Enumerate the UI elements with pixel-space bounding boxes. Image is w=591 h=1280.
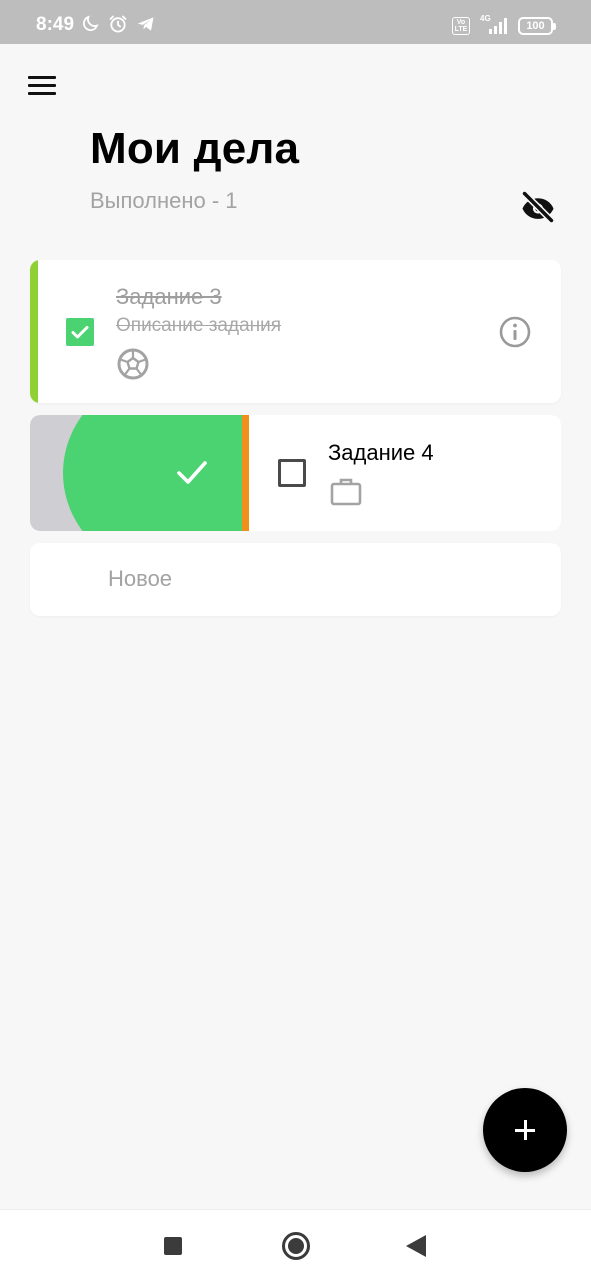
priority-accent — [30, 260, 38, 403]
signal-icon — [489, 18, 507, 34]
status-bar: 8:49 Vo LTE 4G 100 — [0, 0, 591, 44]
alarm-icon — [109, 15, 127, 33]
home-icon[interactable] — [282, 1232, 310, 1260]
recents-icon[interactable] — [164, 1237, 182, 1255]
add-task-button[interactable] — [483, 1088, 567, 1172]
task-title: Задание 3 — [116, 284, 222, 309]
moon-icon — [83, 15, 99, 31]
info-icon[interactable] — [498, 315, 532, 349]
eye-off-icon[interactable] — [519, 188, 557, 226]
swipe-complete-background — [30, 415, 270, 531]
status-time: 8:49 — [36, 14, 75, 35]
priority-accent — [242, 415, 249, 531]
checkmark-icon[interactable] — [176, 459, 208, 487]
battery-indicator: 100 — [518, 17, 556, 35]
soccer-ball-icon — [117, 348, 149, 380]
page-title: Мои дела — [90, 124, 300, 173]
task-title: Задание 4 — [328, 440, 434, 465]
checkmark-icon — [71, 326, 89, 339]
new-task-placeholder: Новое — [108, 566, 173, 591]
task-checkbox-checked[interactable] — [66, 318, 94, 346]
hamburger-icon[interactable] — [28, 76, 56, 96]
new-task-input[interactable]: Новое — [30, 543, 561, 616]
volte-icon: Vo LTE — [452, 17, 470, 35]
task-card[interactable]: Задание 3 Описание задания — [30, 260, 561, 403]
back-icon[interactable] — [406, 1235, 426, 1257]
completed-counter: Выполнено - 1 — [90, 188, 238, 213]
task-checkbox[interactable] — [278, 459, 306, 487]
system-nav-bar — [0, 1209, 591, 1280]
volte-label: Vo LTE — [454, 19, 468, 33]
briefcase-icon — [330, 478, 362, 506]
task-card-swiping[interactable]: Задание 4 — [30, 415, 561, 531]
task-description: Описание задания — [116, 315, 282, 336]
telegram-icon — [137, 17, 154, 31]
